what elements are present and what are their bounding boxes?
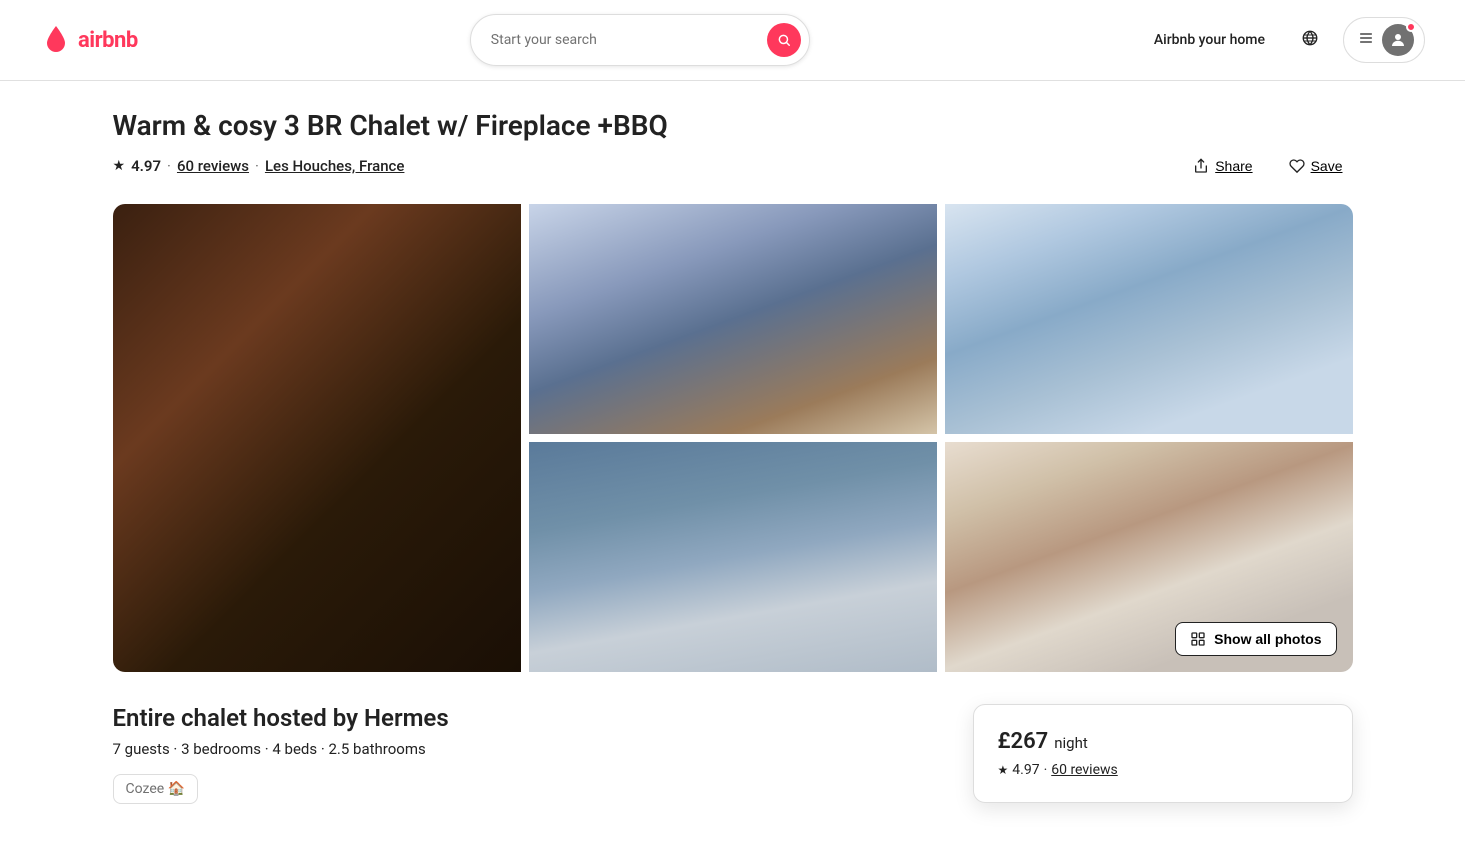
- save-label: Save: [1311, 158, 1343, 174]
- price-rating-value: 4.97: [1012, 762, 1039, 778]
- grid-icon: [1190, 631, 1206, 647]
- photo-main[interactable]: [113, 204, 521, 672]
- reviews-link[interactable]: 60 reviews: [177, 157, 249, 175]
- listing-title: Warm & cosy 3 BR Chalet w/ Fireplace +BB…: [113, 109, 1353, 142]
- hamburger-icon: [1358, 30, 1374, 50]
- badge-container: Cozee 🏠: [113, 774, 973, 804]
- user-icon: [1389, 31, 1407, 49]
- main-content: Warm & cosy 3 BR Chalet w/ Fireplace +BB…: [73, 81, 1393, 832]
- bedrooms-detail: 3 bedrooms: [181, 740, 261, 758]
- photo-bottom-right-1[interactable]: [529, 442, 937, 672]
- globe-icon: [1301, 29, 1319, 47]
- cozee-badge: Cozee 🏠: [113, 774, 199, 804]
- menu-icon: [1358, 30, 1374, 46]
- price-rating: ★ 4.97 · 60 reviews: [998, 762, 1328, 778]
- price-reviews-link[interactable]: 60 reviews: [1051, 762, 1118, 778]
- rating: 4.97: [131, 157, 161, 175]
- pricing-card: £267 night ★ 4.97 · 60 reviews: [973, 704, 1353, 803]
- star-icon: ★: [113, 158, 126, 174]
- listing-meta-right: Share Save: [1183, 152, 1352, 180]
- header-right: Airbnb your home: [1142, 17, 1425, 63]
- logo-text: airbnb: [78, 28, 138, 53]
- show-photos-label: Show all photos: [1214, 631, 1321, 647]
- language-button[interactable]: [1293, 21, 1327, 60]
- share-icon: [1193, 158, 1209, 174]
- price-per-night: night: [1054, 734, 1088, 752]
- notification-badge: [1406, 22, 1416, 32]
- share-label: Share: [1215, 158, 1252, 174]
- avatar: [1382, 24, 1414, 56]
- price-amount: £267: [998, 729, 1049, 754]
- location-link[interactable]: Les Houches, France: [265, 157, 405, 175]
- guests-detail: 7 guests: [113, 740, 170, 758]
- price-row: £267 night: [998, 729, 1328, 754]
- share-button[interactable]: Share: [1183, 152, 1262, 180]
- airbnb-logo-icon: [40, 24, 72, 56]
- separator-1: ·: [173, 740, 181, 758]
- search-button[interactable]: [767, 23, 801, 57]
- separator-dot-2: ·: [255, 157, 259, 175]
- bathrooms-detail: 2.5 bathrooms: [328, 740, 425, 758]
- listing-meta-left: ★ 4.97 · 60 reviews · Les Houches, Franc…: [113, 157, 405, 175]
- price-star-icon: ★: [998, 763, 1009, 777]
- search-bar-text: Start your search: [491, 32, 755, 48]
- photo-bottom-right-2[interactable]: Show all photos: [945, 442, 1353, 672]
- hosted-by-title: Entire chalet hosted by Hermes: [113, 704, 973, 732]
- listing-bottom: Entire chalet hosted by Hermes 7 guests …: [113, 704, 1353, 804]
- separator-dot: ·: [167, 157, 171, 175]
- listing-meta: ★ 4.97 · 60 reviews · Les Houches, Franc…: [113, 152, 1353, 180]
- airbnb-home-link[interactable]: Airbnb your home: [1142, 24, 1277, 56]
- logo[interactable]: airbnb: [40, 24, 138, 56]
- header: airbnb Start your search Airbnb your hom…: [0, 0, 1465, 81]
- heart-icon: [1289, 158, 1305, 174]
- beds-detail: 4 beds: [272, 740, 317, 758]
- photo-top-right-2[interactable]: [945, 204, 1353, 434]
- show-all-photos-button[interactable]: Show all photos: [1175, 622, 1336, 656]
- search-bar[interactable]: Start your search: [470, 14, 810, 66]
- user-menu[interactable]: [1343, 17, 1425, 63]
- photo-grid: Show all photos: [113, 204, 1353, 672]
- save-button[interactable]: Save: [1279, 152, 1353, 180]
- search-icon: [777, 33, 791, 47]
- photo-top-right-1[interactable]: [529, 204, 937, 434]
- listing-info: Entire chalet hosted by Hermes 7 guests …: [113, 704, 973, 804]
- price-separator: ·: [1044, 762, 1048, 778]
- listing-details: 7 guests · 3 bedrooms · 4 beds · 2.5 bat…: [113, 740, 973, 758]
